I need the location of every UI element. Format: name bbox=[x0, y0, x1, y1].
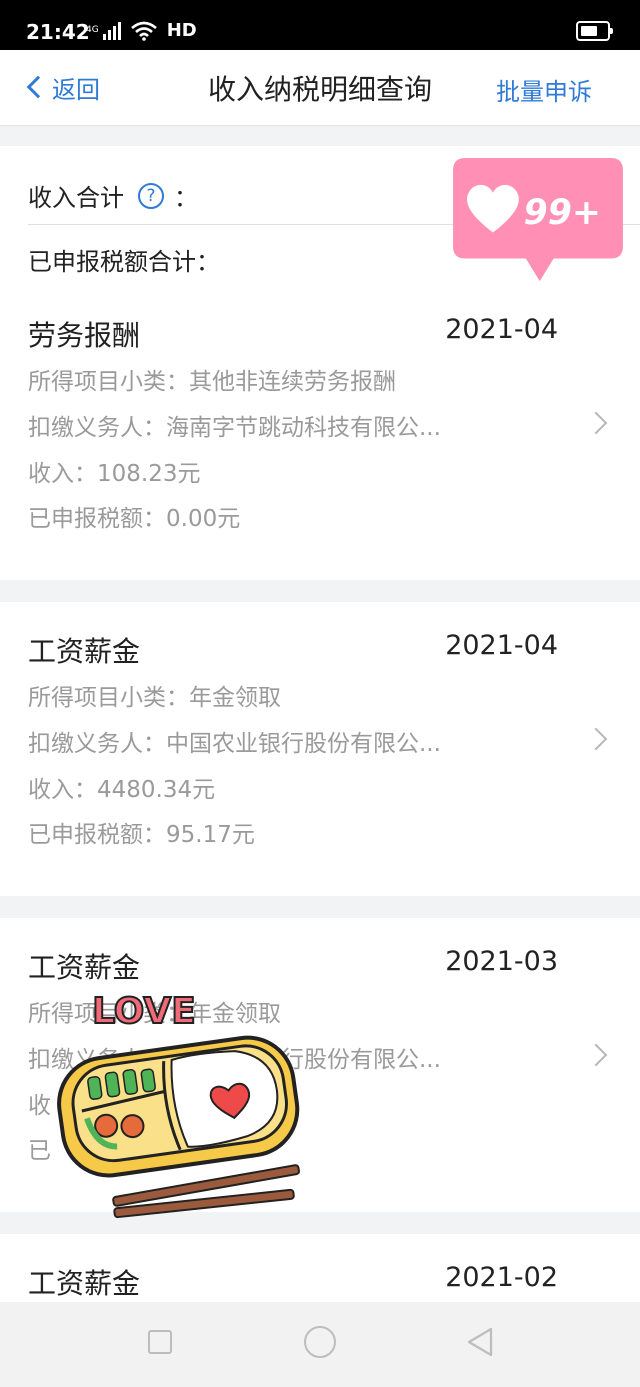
record-date: 2021-02 bbox=[445, 1262, 558, 1293]
help-icon[interactable]: ? bbox=[138, 182, 164, 209]
record-date: 2021-04 bbox=[445, 314, 558, 345]
batch-appeal-button[interactable]: 批量申诉 bbox=[496, 72, 592, 107]
record-subcategory: 所得项目小类：其他非连续劳务报酬 bbox=[28, 369, 396, 395]
system-back-button[interactable] bbox=[466, 1326, 494, 1358]
hd-label: HD bbox=[166, 20, 197, 41]
income-total-label: 收入合计 bbox=[28, 184, 124, 212]
status-icons: 4G HD bbox=[86, 20, 197, 41]
record-title: 工资薪金 bbox=[28, 1267, 141, 1300]
heart-badge-sticker: 99+ bbox=[453, 158, 623, 282]
chevron-right-icon bbox=[584, 1043, 608, 1067]
income-total-colon: ： bbox=[174, 184, 198, 212]
record-withholder: 扣缴义务人：中国农业银行股份有限公... bbox=[28, 731, 441, 757]
status-time: 21:42 bbox=[26, 20, 90, 44]
record-income: 收入：4480.34元 bbox=[28, 777, 216, 803]
record-title: 劳务报酬 bbox=[28, 319, 141, 352]
tax-total-label: 已申报税额合计： bbox=[28, 248, 220, 276]
love-lunchbox-sticker: LOVE bbox=[57, 990, 300, 1219]
record-date: 2021-04 bbox=[445, 630, 558, 661]
record-card[interactable]: 劳务报酬 2021-04 所得项目小类：其他非连续劳务报酬 扣缴义务人：海南字节… bbox=[0, 286, 640, 580]
system-nav-bar bbox=[0, 1302, 640, 1387]
record-tax: 已申报税额：95.17元 bbox=[28, 822, 255, 848]
network-label: 4G bbox=[86, 25, 99, 35]
record-date: 2021-03 bbox=[445, 946, 558, 977]
home-button[interactable] bbox=[304, 1326, 336, 1358]
record-withholder: 扣缴义务人：海南字节跳动科技有限公... bbox=[28, 415, 441, 441]
record-title: 工资薪金 bbox=[28, 951, 141, 984]
love-text: LOVE bbox=[92, 991, 196, 1032]
wifi-icon bbox=[130, 21, 157, 41]
record-income: 收入：108.23元 bbox=[28, 461, 201, 487]
chevron-right-icon bbox=[584, 727, 608, 751]
record-subcategory: 所得项目小类：年金领取 bbox=[28, 685, 281, 711]
record-card[interactable]: 工资薪金 2021-04 所得项目小类：年金领取 扣缴义务人：中国农业银行股份有… bbox=[0, 602, 640, 896]
badge-count: 99+ bbox=[524, 193, 601, 233]
recent-apps-button[interactable] bbox=[148, 1330, 172, 1354]
chevron-right-icon bbox=[584, 411, 608, 435]
battery-icon bbox=[576, 21, 613, 41]
status-bar: 21:42 4G HD bbox=[0, 0, 640, 50]
record-card[interactable]: 工资薪金 2021-02 bbox=[0, 1234, 640, 1302]
income-total-row: 收入合计 ? ： bbox=[28, 178, 198, 213]
record-tax: 已申报税额：0.00元 bbox=[28, 506, 241, 532]
signal-icon bbox=[102, 21, 121, 40]
record-tax: 已 bbox=[28, 1138, 51, 1164]
record-income: 收 bbox=[28, 1093, 51, 1119]
nav-bar: 返回 收入纳税明细查询 批量申诉 bbox=[0, 50, 640, 126]
tax-total-row: 已申报税额合计： bbox=[28, 242, 220, 277]
record-title: 工资薪金 bbox=[28, 635, 141, 668]
